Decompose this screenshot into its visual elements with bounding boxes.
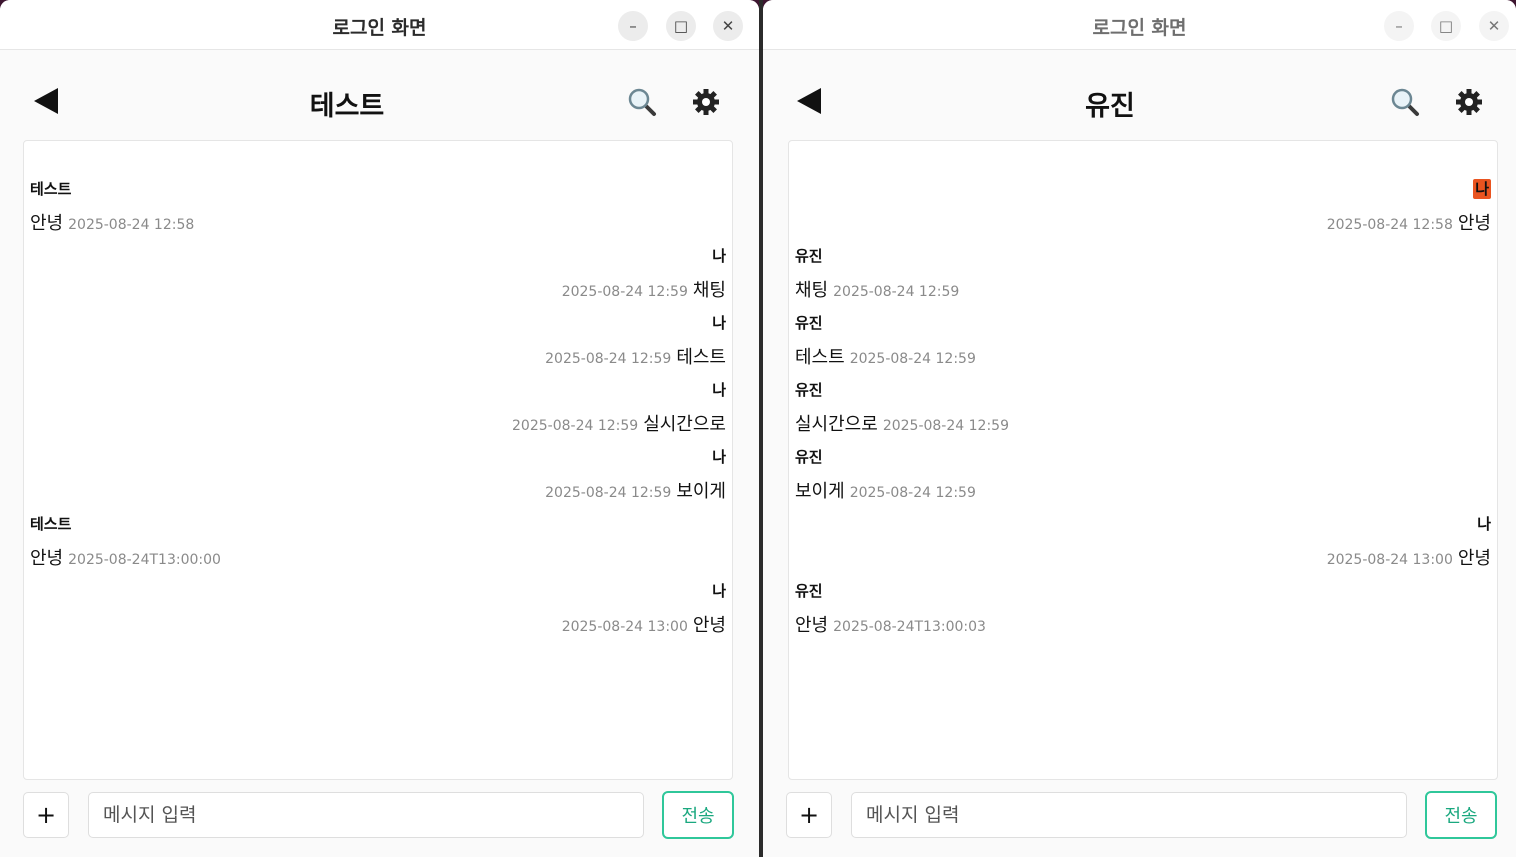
message-timestamp: 2025-08-24 12:59: [561, 284, 688, 300]
title-bar[interactable]: 로그인 화면 – □ ✕: [0, 0, 759, 50]
search-icon[interactable]: [626, 86, 658, 118]
message-input[interactable]: [88, 792, 644, 838]
message-list[interactable]: 테스트 안녕 2025-08-24 12:58 나 2025-08-24 12:59 채…: [23, 140, 733, 780]
gear-icon[interactable]: [1454, 87, 1484, 117]
message-sender: 나: [1477, 515, 1491, 533]
message-text: 실시간으로: [643, 414, 726, 435]
message-text: 테스트: [795, 347, 845, 368]
chat-header: 테스트: [0, 50, 759, 138]
message-sender: 유진: [795, 314, 823, 332]
message-item: 유진안녕 2025-08-24T13:00:03: [795, 581, 1491, 638]
message-sender: 유진: [795, 381, 823, 399]
message-timestamp: 2025-08-24 12:59: [833, 284, 960, 300]
message-item: 나 2025-08-24 12:59 채팅: [30, 246, 726, 303]
message-text: 테스트: [676, 347, 726, 368]
message-item: 유진보이게 2025-08-24 12:59: [795, 447, 1491, 504]
search-icon[interactable]: [1389, 86, 1421, 118]
message-sender: 나: [712, 582, 726, 600]
message-timestamp: 2025-08-24 12:58: [1326, 217, 1453, 233]
message-timestamp: 2025-08-24 12:59: [849, 351, 976, 367]
maximize-icon[interactable]: □: [1431, 11, 1461, 41]
message-text: 채팅: [692, 280, 726, 301]
send-button[interactable]: 전송: [1425, 791, 1497, 839]
message-text: 보이게: [676, 481, 726, 502]
message-item: 나 2025-08-24 12:59 테스트: [30, 313, 726, 370]
title-bar[interactable]: 로그인 화면 – □ ✕: [763, 0, 1516, 50]
chat-room-title: 테스트: [309, 91, 385, 122]
close-icon[interactable]: ✕: [1479, 11, 1509, 41]
message-text: 안녕: [692, 615, 726, 636]
message-item: 나 2025-08-24 12:58 안녕: [795, 179, 1491, 236]
message-text: 보이게: [795, 481, 845, 502]
minimize-icon[interactable]: –: [618, 11, 648, 41]
message-item: 나 2025-08-24 13:00 안녕: [30, 581, 726, 638]
message-item: 나 2025-08-24 13:00 안녕: [795, 514, 1491, 571]
message-sender: 나: [1473, 179, 1491, 199]
minimize-icon[interactable]: –: [1384, 11, 1414, 41]
message-timestamp: 2025-08-24 12:59: [849, 485, 976, 501]
message-item: 유진채팅 2025-08-24 12:59: [795, 246, 1491, 303]
message-list[interactable]: 나 2025-08-24 12:58 안녕 유진 채팅 2025-08-24 12:59…: [788, 140, 1498, 780]
message-sender: 테스트: [30, 515, 72, 533]
maximize-icon[interactable]: □: [666, 11, 696, 41]
message-item: 테스트안녕 2025-08-24T13:00:00: [30, 514, 726, 571]
attach-button[interactable]: +: [23, 792, 69, 838]
message-text: 실시간으로: [795, 414, 878, 435]
message-sender: 유진: [795, 247, 823, 265]
message-item: 나 2025-08-24 12:59 실시간으로: [30, 380, 726, 437]
message-timestamp: 2025-08-24 12:59: [545, 485, 672, 501]
chat-room-title: 유진: [1085, 91, 1135, 122]
message-text: 안녕: [30, 213, 64, 234]
message-timestamp: 2025-08-24 12:59: [545, 351, 672, 367]
message-item: 테스트안녕 2025-08-24 12:58: [30, 179, 726, 236]
message-sender: 유진: [795, 582, 823, 600]
message-sender: 나: [712, 247, 726, 265]
message-item: 유진테스트 2025-08-24 12:59: [795, 313, 1491, 370]
input-bar: + 전송: [763, 790, 1516, 842]
message-text: 채팅: [795, 280, 829, 301]
message-item: 나 2025-08-24 12:59 보이게: [30, 447, 726, 504]
chat-window-right: 로그인 화면 – □ ✕ 유진 나 2025-08-24 12:58 안녕 유진…: [763, 0, 1516, 857]
message-sender: 나: [712, 314, 726, 332]
message-text: 안녕: [1457, 213, 1491, 234]
message-timestamp: 2025-08-24 13:00: [561, 619, 688, 635]
send-button[interactable]: 전송: [662, 791, 734, 839]
message-timestamp: 2025-08-24T13:00:00: [68, 552, 221, 568]
message-sender: 테스트: [30, 180, 72, 198]
attach-button[interactable]: +: [786, 792, 832, 838]
message-input[interactable]: [851, 792, 1407, 838]
message-sender: 나: [712, 448, 726, 466]
gear-icon[interactable]: [691, 87, 721, 117]
message-timestamp: 2025-08-24 12:59: [882, 418, 1009, 434]
message-timestamp: 2025-08-24 12:59: [512, 418, 639, 434]
message-text: 안녕: [30, 548, 64, 569]
message-text: 안녕: [795, 615, 829, 636]
message-item: 유진실시간으로 2025-08-24 12:59: [795, 380, 1491, 437]
message-timestamp: 2025-08-24T13:00:03: [833, 619, 986, 635]
message-sender: 나: [712, 381, 726, 399]
message-sender: 유진: [795, 448, 823, 466]
input-bar: + 전송: [0, 790, 759, 842]
chat-header: 유진: [763, 50, 1516, 138]
chat-window-left: 로그인 화면 – □ ✕ 테스트 테스트 안녕 2025-08-24 12:58…: [0, 0, 759, 857]
close-icon[interactable]: ✕: [713, 11, 743, 41]
message-timestamp: 2025-08-24 13:00: [1326, 552, 1453, 568]
message-text: 안녕: [1457, 548, 1491, 569]
message-timestamp: 2025-08-24 12:58: [68, 217, 195, 233]
